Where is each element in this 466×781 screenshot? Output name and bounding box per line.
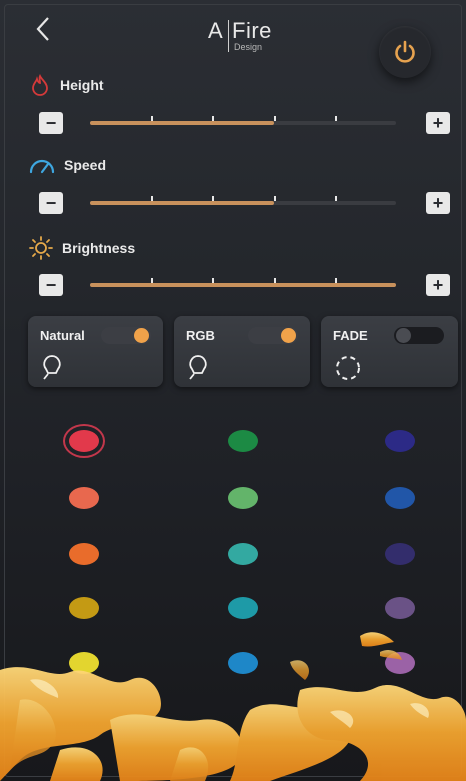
natural-toggle[interactable] [101, 327, 151, 344]
fade-toggle[interactable] [394, 327, 444, 344]
natural-toggle-knob [134, 328, 149, 343]
slider-tick [273, 196, 276, 201]
slider-tick [151, 196, 154, 201]
color-swatch[interactable] [385, 543, 415, 565]
dashed-circle-icon [336, 356, 360, 380]
slider-tick [334, 196, 337, 201]
speed-label-row: Speed [28, 155, 106, 175]
color-swatch[interactable] [228, 487, 258, 509]
color-swatch[interactable] [69, 430, 99, 452]
slider-tick [334, 116, 337, 121]
height-minus-button[interactable]: − [39, 112, 63, 134]
speed-minus-button[interactable]: − [39, 192, 63, 214]
brightness-slider-fill [90, 283, 396, 287]
bulb-icon [189, 355, 207, 380]
slider-tick [273, 278, 276, 283]
height-label: Height [60, 77, 104, 93]
rgb-toggle[interactable] [248, 327, 298, 344]
flame-icon [32, 74, 48, 96]
mode-label-rgb: RGB [186, 328, 215, 343]
logo-fire-text: Fire [232, 18, 272, 43]
flame-decoration [0, 632, 466, 781]
color-swatch[interactable] [69, 543, 99, 565]
height-slider-fill [90, 121, 274, 125]
height-slider[interactable] [90, 116, 396, 125]
mode-card-rgb[interactable]: RGB [174, 316, 310, 387]
chevron-left-icon [36, 17, 49, 41]
speed-plus-button[interactable]: + [426, 192, 450, 214]
mode-card-fade[interactable]: FADE [321, 316, 458, 387]
mode-card-natural[interactable]: Natural [28, 316, 163, 387]
brightness-label: Brightness [62, 240, 136, 256]
slider-tick [212, 278, 215, 283]
speedometer-icon [29, 159, 55, 174]
sun-icon [29, 236, 53, 260]
slider-tick [151, 278, 154, 283]
speed-slider[interactable] [90, 196, 396, 205]
app-logo: A Fire Design [208, 18, 288, 54]
color-swatch[interactable] [385, 430, 415, 452]
color-swatch[interactable] [385, 487, 415, 509]
speed-slider-fill [90, 201, 274, 205]
color-swatch[interactable] [228, 543, 258, 565]
brightness-slider[interactable] [90, 278, 396, 287]
logo-divider [228, 20, 229, 52]
brightness-label-row: Brightness [28, 235, 135, 261]
fade-toggle-knob [396, 328, 411, 343]
logo-letter-a: A [208, 18, 223, 43]
slider-tick [212, 116, 215, 121]
power-icon [395, 40, 415, 63]
height-plus-button[interactable]: + [426, 112, 450, 134]
logo-design-text: Design [234, 42, 263, 52]
rgb-toggle-knob [281, 328, 296, 343]
speed-label: Speed [64, 157, 107, 173]
slider-tick [273, 116, 276, 121]
color-swatch[interactable] [69, 487, 99, 509]
height-label-row: Height [28, 74, 104, 96]
brightness-minus-button[interactable]: − [39, 274, 63, 296]
mode-label-fade: FADE [333, 328, 368, 343]
back-button[interactable] [30, 14, 60, 44]
slider-tick [334, 278, 337, 283]
color-swatch[interactable] [228, 430, 258, 452]
bulb-icon [43, 355, 61, 380]
brightness-plus-button[interactable]: + [426, 274, 450, 296]
slider-tick [212, 196, 215, 201]
power-button[interactable] [379, 26, 431, 78]
slider-tick [151, 116, 154, 121]
mode-label-natural: Natural [40, 328, 85, 343]
